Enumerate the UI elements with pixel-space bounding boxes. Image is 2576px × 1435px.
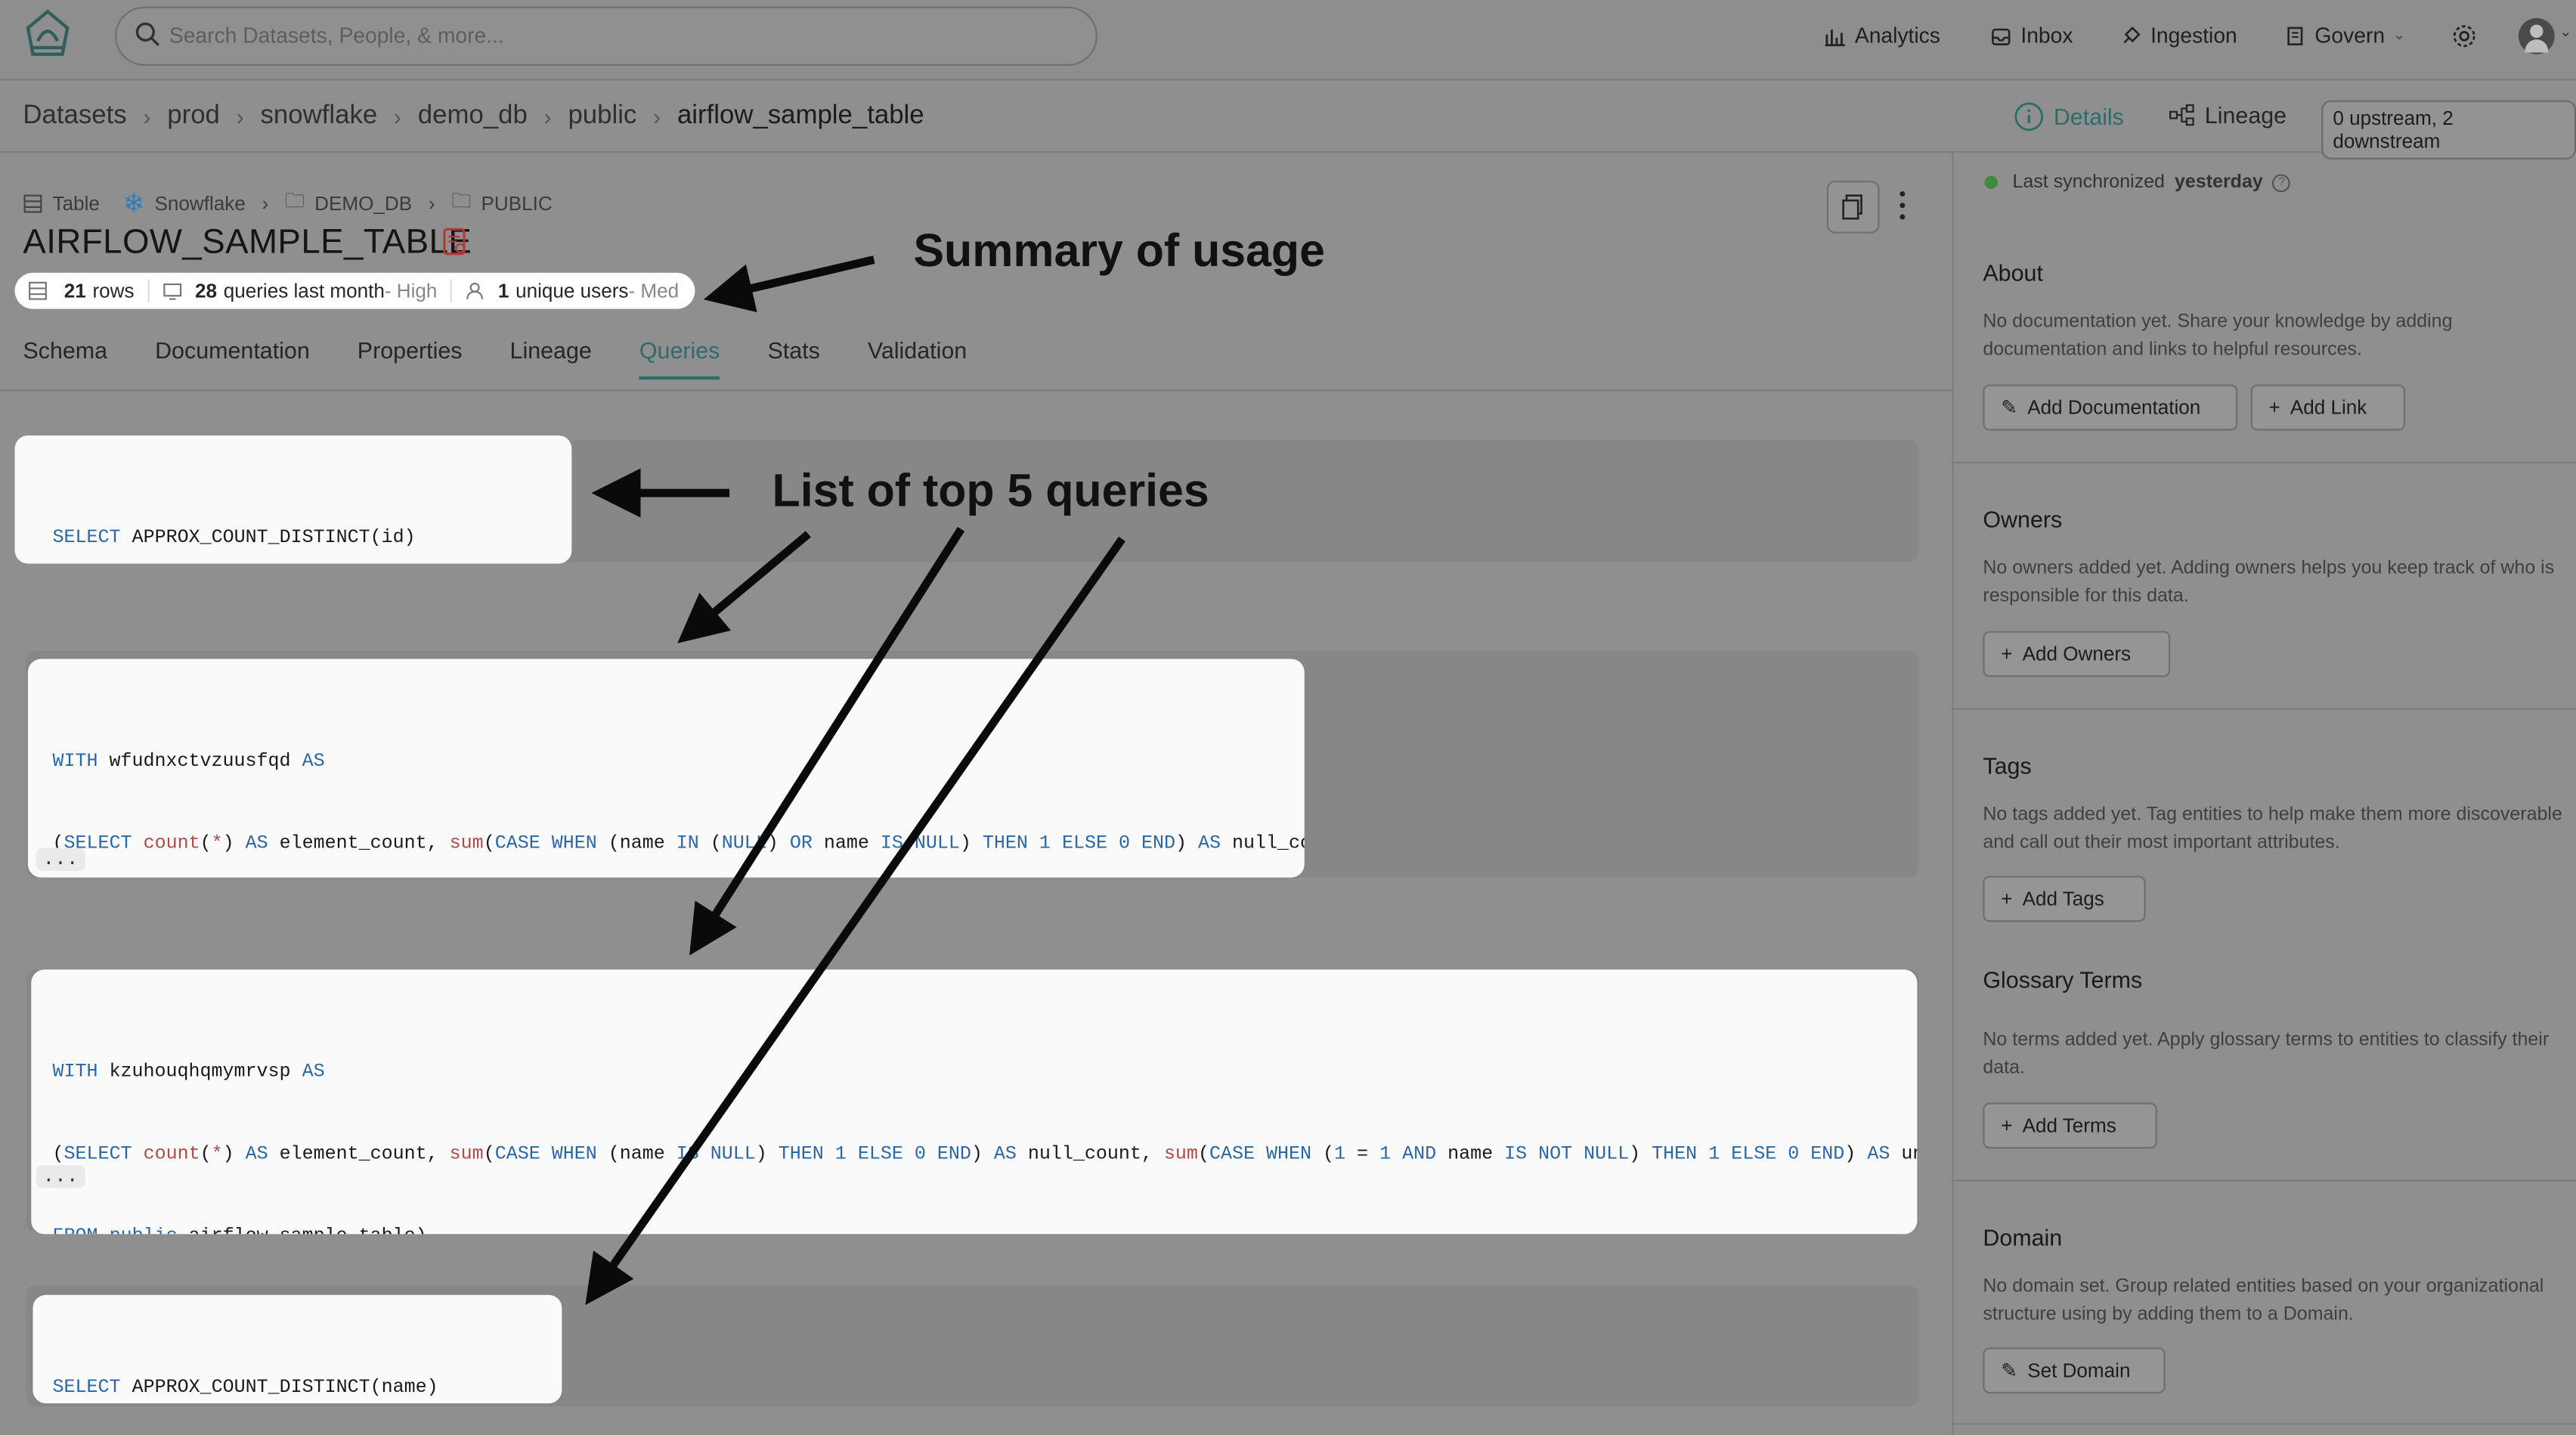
details-tab-label: Details	[2053, 103, 2124, 130]
add-owners-button[interactable]: + Add Owners	[1983, 631, 2171, 677]
owners-title: Owners	[1983, 506, 2063, 533]
set-domain-label: Set Domain	[2027, 1359, 2131, 1382]
tags-title: Tags	[1983, 752, 2032, 779]
nav-ingestion[interactable]: Ingestion	[2119, 23, 2237, 48]
sidebar-divider	[1952, 1423, 2576, 1425]
app-root: Search Datasets, People, & more... Analy…	[0, 0, 2576, 1435]
queries-annotation: List of top 5 queries	[772, 465, 1209, 516]
book-icon	[2287, 26, 2303, 45]
settings-gear-icon[interactable]	[2451, 23, 2478, 57]
set-domain-button[interactable]: ✎ Set Domain	[1983, 1347, 2166, 1394]
owners-text: No owners added yet. Adding owners helps…	[1983, 558, 2555, 607]
sidebar-divider	[1952, 461, 2576, 463]
sync-label: Last synchronized	[2012, 172, 2165, 193]
nav-ingestion-label: Ingestion	[2150, 23, 2237, 48]
summary-annotation: Summary of usage	[913, 225, 1325, 277]
annotation-arrows	[585, 256, 1125, 1306]
inbox-icon	[1992, 27, 2011, 45]
add-owners-label: Add Owners	[2022, 642, 2132, 666]
plug-icon	[2123, 26, 2141, 43]
sidebar-divider	[1952, 708, 2576, 710]
add-terms-button[interactable]: + Add Terms	[1983, 1102, 2157, 1149]
status-dot	[1984, 175, 1998, 189]
edit-icon: ✎	[2001, 1359, 2018, 1382]
glossary-title: Glossary Terms	[1983, 966, 2143, 993]
sidebar-divider	[1952, 1179, 2576, 1182]
nav-govern[interactable]: Govern ⌄	[2283, 23, 2405, 48]
nav-inbox-label: Inbox	[2020, 23, 2073, 48]
about-text: No documentation yet. Share your knowled…	[1983, 311, 2453, 360]
plus-icon: +	[2001, 887, 2013, 911]
avatar-chevron-icon[interactable]: ⌄	[2559, 23, 2571, 41]
arrow-to-summary	[703, 256, 875, 313]
domain-title: Domain	[1983, 1224, 2063, 1251]
sync-status: Last synchronized yesterday ?	[1984, 172, 2291, 193]
lineage-icon	[2169, 104, 2194, 126]
nav-inbox[interactable]: Inbox	[1989, 23, 2073, 48]
glossary-text: No terms added yet. Apply glossary terms…	[1983, 1030, 2550, 1078]
lineage-tab-label: Lineage	[2204, 101, 2287, 129]
arrow-to-query-2	[677, 531, 811, 643]
plus-icon: +	[2001, 1114, 2013, 1138]
details-tab[interactable]: Details	[2014, 102, 2124, 132]
sync-time: yesterday	[2175, 172, 2263, 193]
help-icon[interactable]: ?	[2272, 173, 2291, 192]
add-tags-button[interactable]: + Add Tags	[1983, 876, 2146, 922]
user-avatar[interactable]	[2518, 17, 2555, 54]
about-title: About	[1983, 259, 2043, 287]
tags-text: No tags added yet. Tag entities to help …	[1983, 805, 2562, 854]
add-documentation-button[interactable]: ✎ Add Documentation	[1983, 384, 2238, 431]
chevron-down-icon: ⌄	[2392, 26, 2406, 43]
add-tags-label: Add Tags	[2022, 887, 2104, 911]
lineage-tab[interactable]: Lineage	[2169, 102, 2287, 129]
edit-icon: ✎	[2001, 395, 2018, 420]
info-icon	[2014, 102, 2044, 132]
add-documentation-label: Add Documentation	[2027, 395, 2201, 420]
plus-icon: +	[2268, 395, 2280, 420]
domain-text: No domain set. Group related entities ba…	[1983, 1276, 2544, 1325]
add-link-label: Add Link	[2290, 395, 2367, 420]
arrow-to-query-4	[585, 536, 1125, 1306]
add-terms-label: Add Terms	[2022, 1114, 2116, 1138]
plus-icon: +	[2001, 642, 2013, 666]
nav-govern-label: Govern	[2314, 23, 2386, 48]
add-link-button[interactable]: + Add Link	[2250, 384, 2405, 431]
